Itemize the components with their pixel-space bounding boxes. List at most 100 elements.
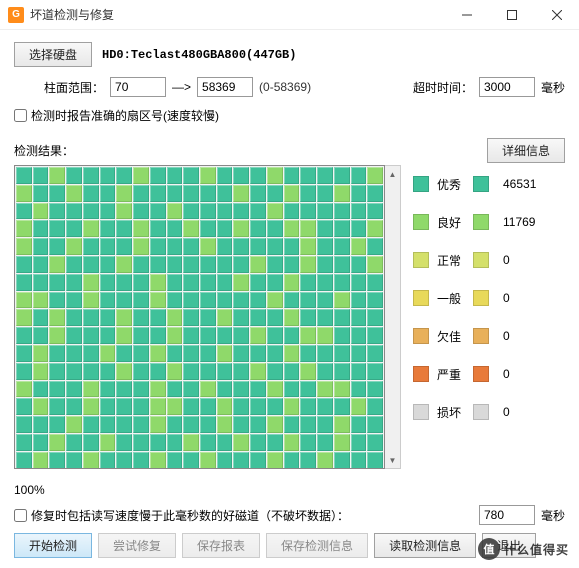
try-repair-button[interactable]: 尝试修复 — [98, 533, 176, 558]
legend-row: 损坏0 — [413, 393, 565, 431]
minimize-button[interactable] — [444, 0, 489, 30]
start-scan-button[interactable]: 开始检测 — [14, 533, 92, 558]
grid-cell — [300, 309, 316, 326]
grid-cell — [317, 309, 333, 326]
grid-cell — [334, 452, 350, 469]
results-label: 检测结果： — [14, 142, 74, 159]
grid-cell — [250, 381, 266, 398]
grid-cell — [351, 363, 367, 380]
scroll-down-arrow[interactable]: ▼ — [385, 452, 400, 468]
grid-cell — [33, 327, 49, 344]
grid-cell — [66, 363, 82, 380]
grid-cell — [233, 220, 249, 237]
grid-cell — [233, 381, 249, 398]
grid-cell — [233, 292, 249, 309]
grid-cell — [217, 363, 233, 380]
grid-cell — [250, 220, 266, 237]
grid-cell — [200, 434, 216, 451]
detail-info-button[interactable]: 详细信息 — [487, 138, 565, 163]
grid-cell — [250, 345, 266, 362]
grid-cell — [133, 274, 149, 291]
grid-cell — [217, 398, 233, 415]
accurate-sector-checkbox[interactable]: 检测时报告准确的扇区号(速度较慢) — [14, 107, 219, 124]
close-icon — [552, 10, 562, 20]
grid-cell — [16, 292, 32, 309]
grid-cell — [317, 238, 333, 255]
grid-cell — [16, 434, 32, 451]
exit-button[interactable]: 退出 — [482, 533, 536, 558]
legend-label: 严重 — [437, 366, 473, 383]
grid-cell — [284, 167, 300, 184]
grid-cell — [284, 452, 300, 469]
grid-cell — [250, 292, 266, 309]
grid-cell — [49, 167, 65, 184]
grid-cell — [351, 309, 367, 326]
grid-cell — [250, 203, 266, 220]
grid-cell — [16, 203, 32, 220]
grid-cell — [233, 256, 249, 273]
minimize-icon — [462, 10, 472, 20]
grid-cell — [116, 203, 132, 220]
grid-cell — [116, 363, 132, 380]
grid-cell — [200, 363, 216, 380]
grid-cell — [367, 452, 383, 469]
grid-cell — [16, 274, 32, 291]
grid-cell — [133, 203, 149, 220]
close-button[interactable] — [534, 0, 579, 30]
grid-cell — [200, 398, 216, 415]
grid-scrollbar[interactable]: ▲ ▼ — [385, 165, 401, 469]
scroll-track[interactable] — [385, 182, 400, 452]
repair-slow-checkbox-input[interactable] — [14, 509, 27, 522]
grid-cell — [150, 203, 166, 220]
grid-cell — [66, 185, 82, 202]
grid-cell — [233, 434, 249, 451]
grid-cell — [66, 256, 82, 273]
timeout-input[interactable] — [479, 77, 535, 97]
grid-cell — [200, 381, 216, 398]
scroll-up-arrow[interactable]: ▲ — [385, 166, 400, 182]
grid-cell — [66, 345, 82, 362]
legend-swatch — [413, 290, 429, 306]
read-scan-info-button[interactable]: 读取检测信息 — [374, 533, 476, 558]
grid-cell — [233, 327, 249, 344]
grid-cell — [217, 309, 233, 326]
grid-cell — [334, 256, 350, 273]
grid-cell — [233, 363, 249, 380]
save-report-button[interactable]: 保存报表 — [182, 533, 260, 558]
repair-threshold-input[interactable] — [479, 505, 535, 525]
grid-cell — [367, 203, 383, 220]
grid-cell — [133, 398, 149, 415]
grid-cell — [100, 363, 116, 380]
accurate-sector-checkbox-input[interactable] — [14, 109, 27, 122]
grid-cell — [33, 452, 49, 469]
grid-cell — [200, 452, 216, 469]
grid-cell — [334, 381, 350, 398]
grid-cell — [217, 345, 233, 362]
grid-cell — [300, 220, 316, 237]
grid-cell — [300, 256, 316, 273]
grid-cell — [100, 292, 116, 309]
grid-cell — [267, 220, 283, 237]
grid-cell — [49, 238, 65, 255]
grid-cell — [83, 185, 99, 202]
grid-cell — [367, 274, 383, 291]
save-scan-info-button[interactable]: 保存检测信息 — [266, 533, 368, 558]
cylinder-from-input[interactable] — [110, 77, 166, 97]
grid-cell — [200, 256, 216, 273]
grid-cell — [284, 309, 300, 326]
grid-cell — [200, 309, 216, 326]
select-disk-button[interactable]: 选择硬盘 — [14, 42, 92, 67]
grid-cell — [367, 167, 383, 184]
grid-cell — [284, 434, 300, 451]
progress-text: 100% — [14, 483, 45, 497]
grid-cell — [217, 452, 233, 469]
grid-cell — [167, 327, 183, 344]
grid-cell — [300, 381, 316, 398]
maximize-button[interactable] — [489, 0, 534, 30]
grid-cell — [250, 185, 266, 202]
cylinder-to-input[interactable] — [197, 77, 253, 97]
grid-cell — [351, 292, 367, 309]
repair-slow-checkbox[interactable]: 修复时包括读写速度慢于此毫秒数的好磁道（不破坏数据）： — [14, 507, 349, 524]
grid-cell — [250, 434, 266, 451]
grid-cell — [150, 309, 166, 326]
